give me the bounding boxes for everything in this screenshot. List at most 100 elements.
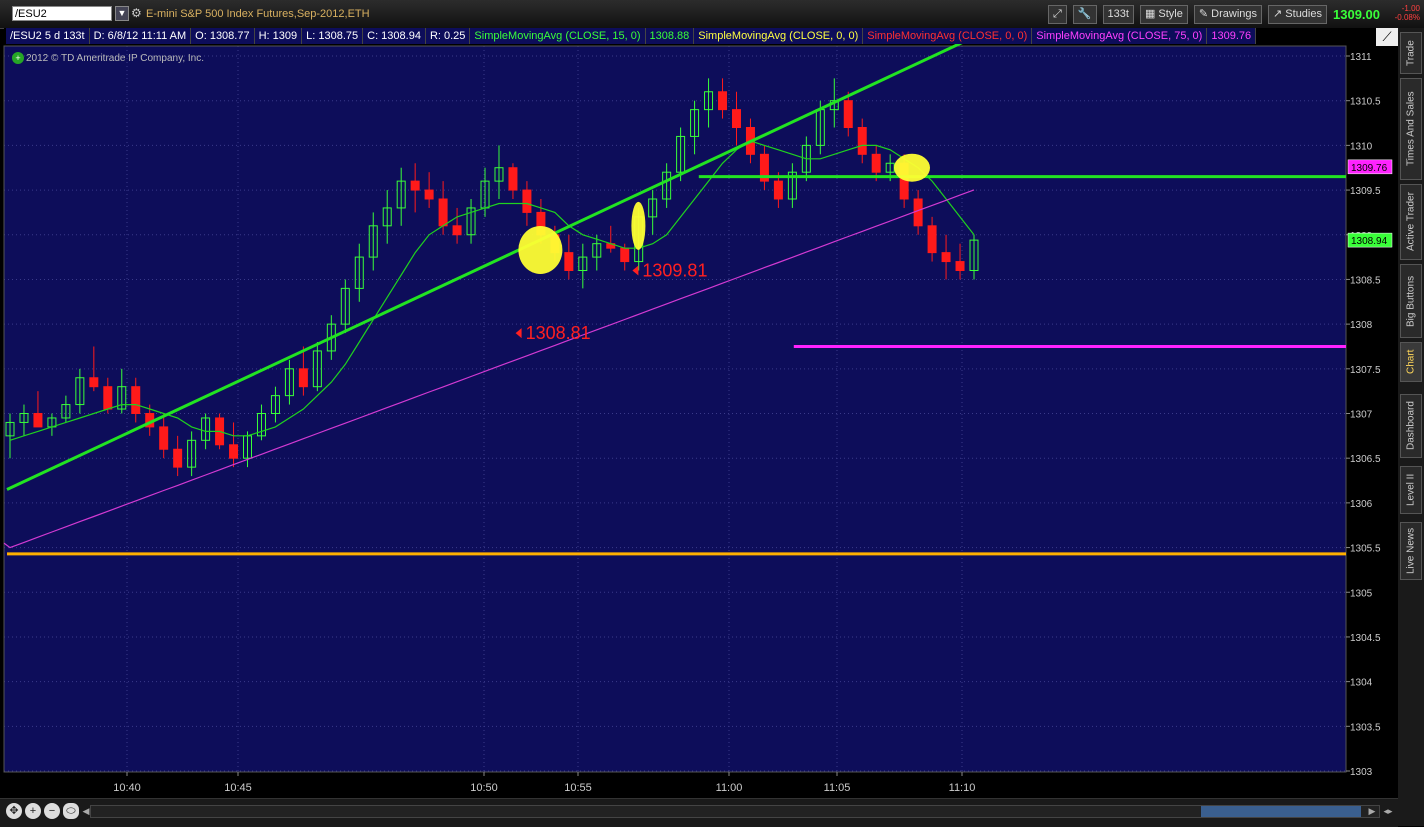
annotation-arrow — [515, 328, 522, 339]
tab-live-news[interactable]: Live News — [1400, 522, 1422, 580]
side-tab-bar: Trade Times And Sales Active Trader Big … — [1398, 28, 1424, 826]
candle-body — [103, 386, 113, 410]
y-tick-label: 1303.5 — [1350, 722, 1381, 733]
highlight-ellipse — [631, 201, 646, 250]
time-scrollbar[interactable] — [90, 805, 1380, 818]
candle-body — [33, 413, 43, 428]
x-tick-label: 10:50 — [470, 782, 498, 794]
y-tick-label: 1305.5 — [1350, 544, 1381, 555]
candle-body — [438, 198, 448, 227]
candle-body — [718, 91, 728, 111]
fit-icon[interactable]: ⬭ — [63, 803, 79, 819]
sma75-label: SimpleMovingAvg (CLOSE, 75, 0) — [1032, 28, 1208, 44]
tab-dashboard[interactable]: Dashboard — [1400, 394, 1422, 458]
status-high: H: 1309 — [255, 28, 303, 44]
zoom-in-icon[interactable]: + — [25, 803, 41, 819]
candle-body — [229, 444, 239, 459]
highlight-ellipse — [518, 225, 563, 274]
sma-yellow-label: SimpleMovingAvg (CLOSE, 0, 0) — [694, 28, 864, 44]
candle-body — [620, 247, 630, 263]
scroll-right-icon[interactable]: ▶ — [1366, 805, 1378, 817]
x-tick-label: 10:45 — [224, 782, 252, 794]
candle-body — [298, 368, 308, 388]
copyright-notice: +2012 © TD Ameritrade IP Company, Inc. — [12, 52, 204, 64]
candle-body — [857, 127, 867, 155]
pan-icon[interactable]: ✥ — [6, 803, 22, 819]
plot-border — [3, 45, 1347, 773]
status-range: R: 0.25 — [426, 28, 471, 44]
x-tick-label: 10:40 — [113, 782, 141, 794]
sma15-line — [9, 140, 975, 441]
y-tick-label: 1304.5 — [1350, 633, 1381, 644]
tab-trade[interactable]: Trade — [1400, 32, 1422, 74]
status-symbol: /ESU2 5 d 133t — [6, 28, 90, 44]
candle-body — [131, 386, 141, 414]
tab-active-trader[interactable]: Active Trader — [1400, 184, 1422, 260]
sma75-value: 1309.76 — [1207, 28, 1257, 44]
highlight-ellipse — [894, 153, 930, 182]
tab-chart[interactable]: Chart — [1400, 342, 1422, 382]
y-tick-label: 1303 — [1350, 767, 1373, 778]
candle-body — [508, 167, 518, 191]
y-tick-label: 1308 — [1350, 320, 1373, 331]
study-status-bar: /ESU2 5 d 133t D: 6/8/12 11:11 AM O: 130… — [6, 28, 1257, 44]
y-tick-label: 1305 — [1350, 588, 1373, 599]
copyright-text: 2012 © TD Ameritrade IP Company, Inc. — [26, 53, 205, 64]
candle-body — [522, 189, 532, 213]
percent-change: -0.08% — [1394, 13, 1420, 22]
y-tick-label: 1306 — [1350, 499, 1373, 510]
y-tick-label: 1306.5 — [1350, 454, 1381, 465]
plus-icon[interactable]: + — [12, 52, 24, 64]
tab-level-ii[interactable]: Level II — [1400, 466, 1422, 514]
candlestick-chart[interactable]: 1303 1303.5 1304 1304.5 1305 1305.5 1306 1306.5… — [0, 0, 1396, 798]
candle-body — [773, 180, 783, 200]
status-low: L: 1308.75 — [302, 28, 364, 44]
y-tick-label: 1307 — [1350, 410, 1373, 421]
sma15-value: 1308.88 — [646, 28, 695, 44]
price-bubble-label: 1309.76 — [1351, 163, 1388, 174]
candle-body — [843, 100, 853, 128]
x-tick-label: 11:10 — [949, 782, 976, 794]
candle-body — [173, 448, 183, 468]
candle-body — [927, 225, 937, 254]
candle-body — [564, 252, 574, 271]
status-close: C: 1308.94 — [363, 28, 426, 44]
x-tick-label: 10:55 — [564, 782, 592, 794]
sma15-label: SimpleMovingAvg (CLOSE, 15, 0) — [470, 28, 646, 44]
x-tick-label: 11:05 — [824, 782, 851, 794]
candle-body — [941, 252, 951, 263]
tab-big-buttons[interactable]: Big Buttons — [1400, 264, 1422, 338]
zoom-out-icon[interactable]: − — [44, 803, 60, 819]
status-open: O: 1308.77 — [191, 28, 255, 44]
candle-body — [913, 198, 923, 227]
candle-body — [89, 377, 99, 388]
scrollbar-thumb[interactable] — [1201, 806, 1361, 817]
chart-bottom-bar: ✥ + − ⬭ ◀ ▶ ◂▸ — [0, 798, 1398, 827]
y-tick-label: 1307.5 — [1350, 365, 1381, 376]
x-tick-label: 11:00 — [716, 782, 743, 794]
candle-body — [159, 426, 169, 450]
candle-body — [731, 109, 741, 128]
y-tick-label: 1310 — [1350, 141, 1373, 152]
y-tick-label: 1309.5 — [1350, 186, 1381, 197]
expand-icon[interactable]: ◂▸ — [1382, 805, 1394, 817]
drawing-tool-icon[interactable]: ⟋ — [1376, 28, 1398, 46]
annotation-label: 1309.81 — [642, 261, 707, 281]
y-tick-label: 1304 — [1350, 678, 1373, 689]
price-bubble-label: 1308.94 — [1351, 236, 1388, 247]
candle-body — [871, 153, 881, 173]
candle-body — [452, 225, 462, 236]
candle-body — [955, 261, 965, 271]
y-tick-label: 1308.5 — [1350, 275, 1381, 286]
sma-red-label: SimpleMovingAvg (CLOSE, 0, 0) — [863, 28, 1033, 44]
price-change: -1.00 -0.08% — [1395, 4, 1420, 22]
net-change: -1.00 — [1401, 4, 1420, 13]
annotation-arrow — [632, 265, 639, 276]
annotation-label: 1308.81 — [526, 323, 591, 343]
status-date: D: 6/8/12 11:11 AM — [90, 28, 192, 44]
candle-body — [410, 180, 420, 191]
tab-times-and-sales[interactable]: Times And Sales — [1400, 78, 1422, 180]
candle-body — [424, 189, 434, 200]
y-tick-label: 1310.5 — [1350, 97, 1381, 108]
y-tick-label: 1311 — [1350, 52, 1372, 63]
